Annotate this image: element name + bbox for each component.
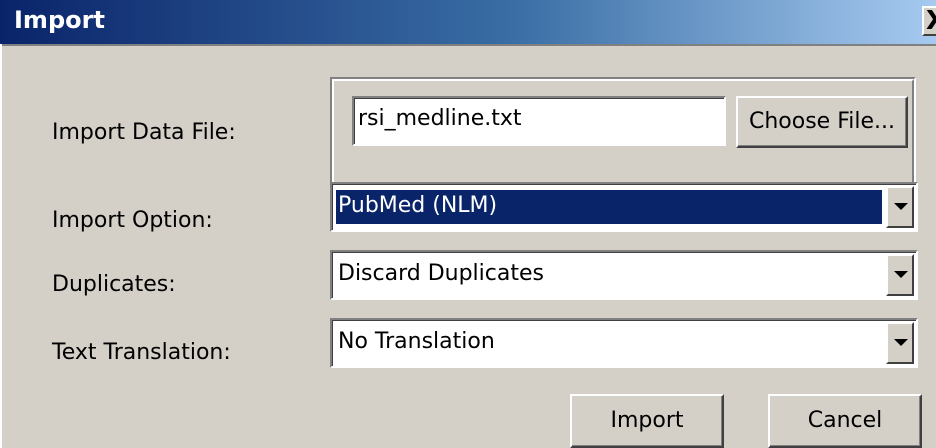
import-option-label: Import Option: <box>52 208 213 233</box>
chevron-down-icon <box>894 339 908 346</box>
text-translation-select[interactable]: No Translation <box>330 318 918 368</box>
duplicates-select[interactable]: Discard Duplicates <box>330 250 918 300</box>
import-option-select[interactable]: PubMed (NLM) <box>330 182 918 232</box>
window-title: Import <box>14 6 105 34</box>
close-button[interactable]: X <box>922 6 936 36</box>
duplicates-label: Duplicates: <box>52 272 176 297</box>
chevron-down-icon <box>894 203 908 210</box>
import-option-dropdown-button[interactable] <box>886 186 914 228</box>
text-translation-dropdown-button[interactable] <box>886 322 914 364</box>
import-button[interactable]: Import <box>570 394 724 448</box>
import-data-file-label: Import Data File: <box>52 120 236 145</box>
title-bar: Import X <box>0 0 936 46</box>
file-path-input[interactable]: rsi_medline.txt <box>352 96 726 146</box>
cancel-button[interactable]: Cancel <box>768 394 922 448</box>
text-translation-label: Text Translation: <box>52 340 231 365</box>
duplicates-dropdown-button[interactable] <box>886 254 914 296</box>
choose-file-button[interactable]: Choose File... <box>736 96 908 148</box>
chevron-down-icon <box>894 271 908 278</box>
window-edge <box>0 44 2 448</box>
close-icon: X <box>926 6 936 36</box>
text-translation-value: No Translation <box>338 329 495 354</box>
import-option-value: PubMed (NLM) <box>336 190 882 224</box>
duplicates-value: Discard Duplicates <box>338 261 544 286</box>
